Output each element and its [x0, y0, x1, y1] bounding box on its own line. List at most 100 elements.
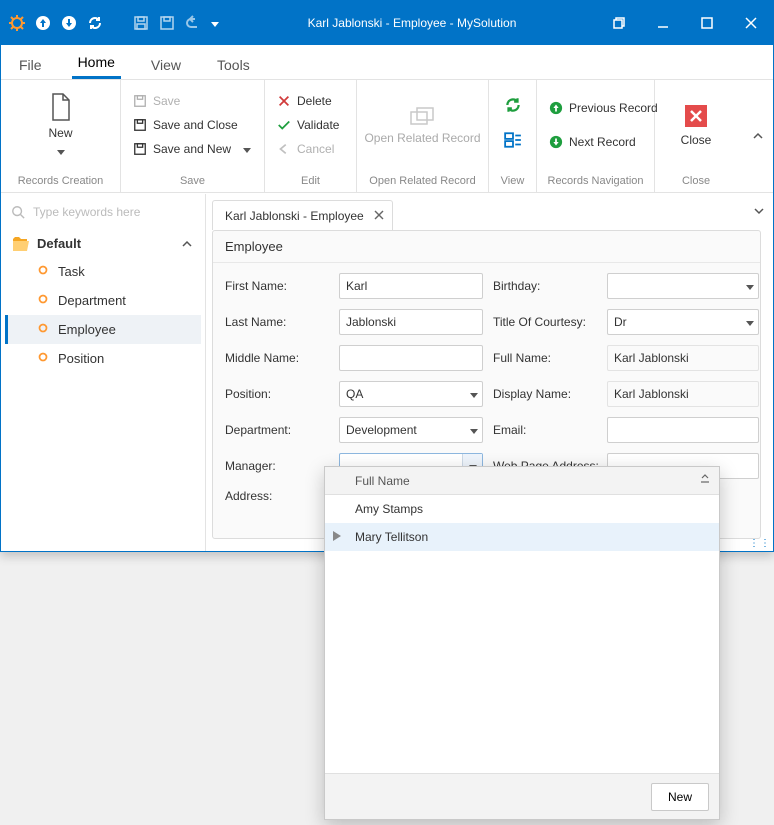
popup-row-text: Amy Stamps	[355, 502, 423, 516]
nav-group-label: Default	[37, 236, 81, 251]
birthday-field[interactable]	[607, 273, 759, 299]
save-button[interactable]: Save	[127, 92, 257, 110]
cancel-button[interactable]: Cancel	[271, 140, 345, 158]
save-and-close-button[interactable]: Save and Close	[127, 116, 257, 134]
upload-icon[interactable]	[35, 15, 51, 31]
search-placeholder: Type keywords here	[33, 205, 140, 219]
email-label: Email:	[493, 423, 597, 437]
save-close-icon[interactable]	[159, 15, 175, 31]
ribbon-group-label: Open Related Record	[357, 170, 488, 192]
window-controls	[597, 1, 773, 45]
middle-name-field[interactable]	[339, 345, 483, 371]
last-name-field[interactable]: Jablonski	[339, 309, 483, 335]
ribbon-group-label: Edit	[265, 170, 356, 192]
x-icon	[374, 210, 384, 220]
save-new-label: Save and New	[153, 142, 231, 156]
position-field[interactable]: QA	[339, 381, 483, 407]
new-button[interactable]: New	[1, 92, 120, 158]
title-of-courtesy-label: Title Of Courtesy:	[493, 315, 597, 329]
chevron-down-icon[interactable]	[746, 279, 754, 293]
nav-item-department[interactable]: Department	[5, 286, 201, 315]
nav-item-employee[interactable]: Employee	[5, 315, 201, 344]
sidebar: Type keywords here Default Task Departme…	[1, 194, 206, 551]
popup-column-label: Full Name	[355, 474, 410, 488]
open-related-label: Open Related Record	[364, 132, 480, 145]
download-icon[interactable]	[61, 15, 77, 31]
undo-icon[interactable]	[185, 15, 201, 31]
validate-button[interactable]: Validate	[271, 116, 345, 134]
nav-item-task[interactable]: Task	[5, 257, 201, 286]
tab-bar: Karl Jablonski - Employee	[206, 194, 773, 230]
popup-new-button[interactable]: New	[651, 783, 709, 811]
ribbon-group-navigation: Previous Record Next Record Records Navi…	[537, 80, 655, 192]
popup-footer: New	[325, 773, 719, 819]
menu-file[interactable]: File	[13, 49, 48, 79]
ribbon-group-close: Close Close	[655, 80, 737, 192]
ribbon-group-label: Records Creation	[1, 170, 120, 192]
popup-row[interactable]: Amy Stamps	[325, 495, 719, 523]
folder-open-icon	[13, 237, 29, 251]
ribbon-group-label: Save	[121, 170, 264, 192]
validate-label: Validate	[297, 118, 339, 132]
delete-button[interactable]: Delete	[271, 92, 345, 110]
nav-tree: Default Task Department Employee Positio…	[1, 230, 205, 373]
chevron-down-icon[interactable]	[470, 423, 478, 437]
menu-home[interactable]: Home	[72, 46, 121, 79]
display-name-label: Display Name:	[493, 387, 597, 401]
next-record-button[interactable]: Next Record	[543, 133, 664, 151]
previous-record-button[interactable]: Previous Record	[543, 99, 664, 117]
refresh-icon	[504, 96, 522, 114]
popup-new-label: New	[668, 790, 692, 804]
email-field[interactable]	[607, 417, 759, 443]
new-button-label: New	[48, 126, 72, 140]
tab-close-button[interactable]	[374, 209, 384, 223]
birthday-label: Birthday:	[493, 279, 597, 293]
department-field[interactable]: Development	[339, 417, 483, 443]
restore-window-icon[interactable]	[597, 1, 641, 45]
document-icon	[48, 92, 74, 122]
sort-indicator-icon[interactable]	[699, 473, 711, 488]
popup-row-text: Mary Tellitson	[355, 530, 428, 544]
ribbon-group-view: View	[489, 80, 537, 192]
popup-column-header[interactable]: Full Name	[325, 467, 719, 495]
qat-dropdown-icon[interactable]	[211, 16, 219, 30]
save-icon	[133, 94, 147, 108]
minimize-icon[interactable]	[641, 1, 685, 45]
chevron-down-icon[interactable]	[746, 315, 754, 329]
nav-group-default[interactable]: Default	[5, 230, 201, 257]
refresh-view-button[interactable]	[504, 96, 522, 119]
popup-row[interactable]: Mary Tellitson	[325, 523, 719, 551]
chevron-down-icon	[57, 144, 65, 158]
resize-grip-icon[interactable]: ⋮⋮	[749, 538, 771, 549]
gear-icon[interactable]	[9, 15, 25, 31]
save-close-icon	[133, 118, 147, 132]
back-arrow-icon	[277, 142, 291, 156]
middle-name-label: Middle Name:	[225, 351, 329, 365]
tab-employee[interactable]: Karl Jablonski - Employee	[212, 200, 393, 230]
ribbon-group-records: New Records Creation	[1, 80, 121, 192]
menu-view[interactable]: View	[145, 49, 187, 79]
ribbon: New Records Creation Save Save and Close…	[1, 79, 773, 193]
related-record-icon	[409, 106, 437, 128]
save-icon[interactable]	[133, 15, 149, 31]
chevron-down-icon	[753, 205, 765, 217]
nav-item-position[interactable]: Position	[5, 344, 201, 373]
menu-tools[interactable]: Tools	[211, 49, 256, 79]
save-and-new-button[interactable]: Save and New	[127, 140, 257, 158]
sidebar-search[interactable]: Type keywords here	[1, 194, 205, 230]
refresh-icon[interactable]	[87, 15, 103, 31]
close-window-icon[interactable]	[729, 1, 773, 45]
tab-overflow-button[interactable]	[753, 204, 765, 222]
position-label: Position:	[225, 387, 329, 401]
maximize-icon[interactable]	[685, 1, 729, 45]
title-of-courtesy-field[interactable]: Dr	[607, 309, 759, 335]
menu-bar: File Home View Tools	[1, 45, 773, 79]
first-name-field[interactable]: Karl	[339, 273, 483, 299]
nav-item-label: Department	[58, 293, 126, 308]
close-square-icon	[683, 103, 709, 129]
manager-lookup-popup: Full Name Amy Stamps Mary Tellitson New	[324, 466, 720, 820]
ribbon-collapse-button[interactable]	[749, 127, 767, 145]
close-record-button[interactable]: Close	[655, 103, 737, 147]
layout-view-button[interactable]	[504, 131, 522, 154]
chevron-down-icon[interactable]	[470, 387, 478, 401]
